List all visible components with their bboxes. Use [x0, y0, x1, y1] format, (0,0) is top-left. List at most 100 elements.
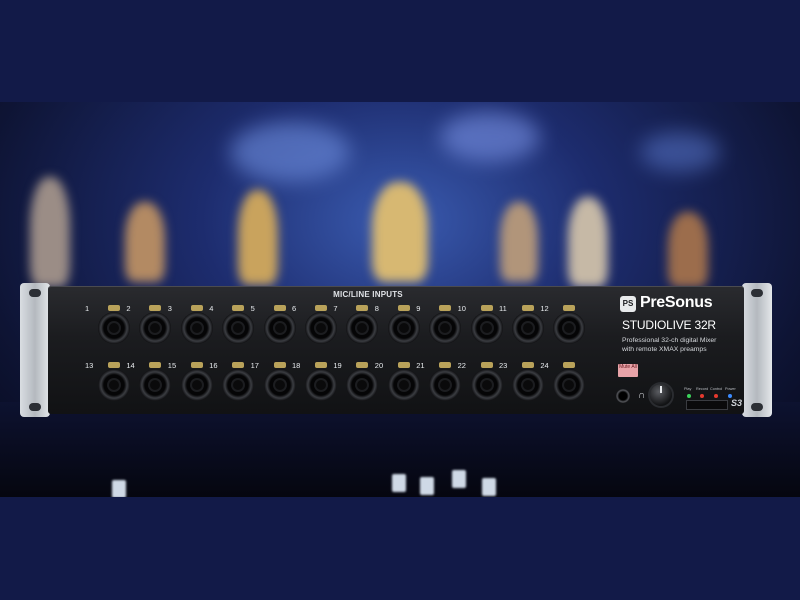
xlr-combo-input-jack	[180, 362, 213, 401]
drink-cup	[482, 478, 496, 496]
jack-latch	[522, 305, 534, 311]
mic-line-inputs-label: MIC/LINE INPUTS	[333, 290, 403, 299]
input-channel-number: 20	[374, 361, 384, 370]
xlr-combo-input-jack	[139, 305, 172, 344]
input-channel-number: 5	[250, 304, 255, 313]
jack-center	[150, 323, 161, 333]
jack-center	[523, 380, 533, 390]
performer-silhouette	[125, 202, 165, 282]
jack-latch	[356, 362, 369, 368]
input-channel-number: 24	[540, 361, 549, 370]
bottom-band	[0, 497, 800, 600]
input-channel-number: 9	[416, 304, 421, 313]
xlr-combo-input-jack	[553, 305, 586, 344]
xlr-combo-input-jack	[512, 362, 544, 401]
input-channel-number: 4	[209, 304, 214, 313]
jack-latch	[356, 305, 369, 311]
input-channel-number: 16	[209, 361, 218, 370]
input-channel-number: 8	[374, 304, 379, 313]
input-channel-number: 22	[457, 361, 466, 370]
mute-all-button[interactable]: Mute All	[618, 364, 638, 377]
description-line-2: with remote XMAX preamps	[622, 346, 707, 353]
jack-center	[233, 323, 244, 333]
input-channel-number: 1	[85, 304, 90, 313]
jack-latch	[315, 362, 327, 368]
xlr-combo-input-jack	[305, 362, 337, 401]
mixer-front-panel: MIC/LINE INPUTS PS PreSonus STUDIOLIVE 3…	[48, 286, 744, 414]
rack-mount-slot	[29, 289, 41, 297]
jack-latch	[522, 362, 534, 368]
jack-center	[316, 380, 326, 390]
jack-center	[357, 323, 368, 333]
jack-latch	[190, 305, 203, 311]
jack-latch	[273, 362, 286, 368]
input-channel-number: 3	[167, 304, 172, 313]
input-channel-number: 7	[333, 304, 338, 313]
model-description: Professional 32-ch digital Mixer with re…	[622, 336, 732, 354]
jack-latch	[315, 305, 327, 311]
xlr-combo-input-jack	[263, 305, 296, 344]
top-band	[0, 0, 800, 102]
jack-center	[440, 380, 451, 390]
right-rack-ear	[742, 283, 772, 417]
xlr-combo-input-jack	[222, 362, 255, 401]
jack-center	[481, 323, 492, 333]
status-display	[686, 400, 728, 410]
jack-latch	[439, 305, 452, 311]
brand-name: PreSonus	[640, 294, 713, 311]
input-channel-number: 17	[250, 361, 259, 370]
input-channel-number: 10	[457, 304, 466, 313]
xlr-combo-input-jack	[470, 362, 503, 401]
xlr-combo-input-jack	[429, 362, 462, 401]
led-label-play: Play	[684, 387, 692, 391]
led-label-control: Control	[710, 387, 723, 391]
jack-center	[150, 380, 161, 390]
jack-latch	[149, 362, 162, 368]
drink-cup	[112, 480, 126, 497]
xlr-combo-input-jack	[512, 305, 544, 344]
stage-light	[440, 112, 540, 162]
xlr-combo-input-jack	[470, 305, 503, 344]
xlr-combo-input-jack	[305, 305, 337, 344]
xlr-combo-input-jack	[180, 305, 213, 344]
jack-center	[398, 380, 409, 390]
input-channel-number: 23	[499, 361, 508, 370]
jack-latch	[480, 305, 493, 311]
series-badge: S3	[731, 398, 743, 408]
play-led	[687, 394, 691, 398]
left-rack-ear	[20, 283, 50, 417]
input-channel-number: 11	[499, 304, 507, 313]
record-led	[700, 394, 704, 398]
input-channel-number: 19	[333, 361, 342, 370]
xlr-combo-input-jack	[429, 305, 462, 344]
headphone-volume-knob[interactable]	[650, 384, 672, 406]
input-channel-number: 13	[85, 361, 94, 370]
drink-cup	[420, 477, 434, 495]
jack-latch	[190, 362, 203, 368]
drink-cup	[452, 470, 466, 488]
jack-center	[191, 323, 202, 333]
jack-center	[440, 323, 451, 333]
xlr-combo-input-jack	[346, 362, 379, 401]
drink-cup	[392, 474, 406, 492]
xlr-combo-input-jack	[98, 305, 130, 344]
jack-latch	[480, 362, 493, 368]
led-label-record: Record	[696, 387, 709, 391]
stage-light	[640, 132, 720, 172]
performer-silhouette	[500, 202, 538, 282]
jack-latch	[397, 305, 410, 311]
rack-mount-slot	[751, 289, 763, 297]
xlr-combo-input-jack	[263, 362, 296, 401]
xlr-combo-input-jack	[222, 305, 255, 344]
jack-center	[233, 380, 244, 390]
jack-latch	[397, 362, 410, 368]
jack-center	[109, 380, 119, 390]
jack-latch	[232, 305, 245, 311]
jack-latch	[273, 305, 286, 311]
jack-center	[109, 323, 119, 333]
stage-light	[230, 122, 350, 182]
jack-latch	[108, 362, 120, 368]
xlr-combo-input-jack	[346, 305, 379, 344]
headphone-jack	[616, 389, 630, 403]
led-label-power: Power	[725, 387, 736, 391]
